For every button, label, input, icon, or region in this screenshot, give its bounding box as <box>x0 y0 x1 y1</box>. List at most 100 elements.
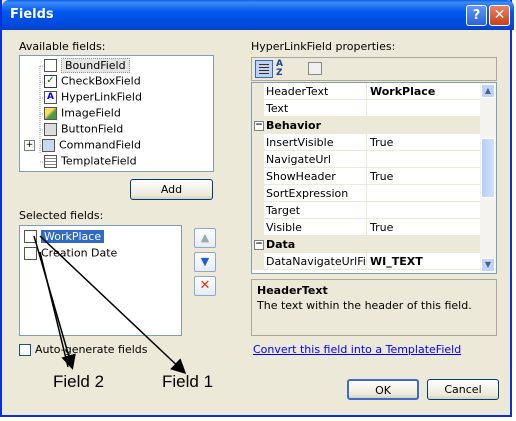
help-icon: ? <box>472 8 481 23</box>
row-gutter <box>252 253 264 270</box>
property-value[interactable]: WorkPlace <box>370 85 435 98</box>
delete-icon: ✕ <box>199 278 211 293</box>
property-description: HeaderText The text within the header of… <box>251 279 497 336</box>
column-separator <box>366 151 367 168</box>
property-category[interactable]: − Data <box>252 236 480 253</box>
row-gutter <box>252 83 264 100</box>
checkbox-field-icon: ✓ <box>44 74 57 88</box>
scroll-up-arrow[interactable]: ▲ <box>481 84 495 98</box>
property-grid-scrollbar[interactable]: ▲ ▼ <box>480 83 496 273</box>
property-row[interactable]: NavigateUrl <box>252 151 480 168</box>
available-item-imagefield[interactable]: ImageField <box>44 106 121 122</box>
dialog-title: Fields <box>10 7 54 22</box>
auto-generate-checkbox[interactable] <box>19 344 31 356</box>
property-value[interactable]: True <box>370 221 393 234</box>
selected-fields-label: Selected fields: <box>19 209 104 222</box>
properties-toolbar: AZ <box>251 57 497 81</box>
category-name: Data <box>266 238 296 251</box>
available-item-checkboxfield[interactable]: ✓ CheckBoxField <box>44 74 141 90</box>
add-button[interactable]: Add <box>130 179 213 200</box>
column-separator <box>366 168 367 185</box>
bound-field-icon <box>24 246 37 260</box>
property-name: Target <box>266 204 301 217</box>
row-gutter <box>252 202 264 219</box>
row-gutter <box>252 219 264 236</box>
description-text: The text within the header of this field… <box>257 299 472 312</box>
delete-button[interactable]: ✕ <box>194 276 216 296</box>
fields-dialog: Fields ? ✕ Available fields: BoundField … <box>0 0 514 417</box>
column-separator <box>366 202 367 219</box>
property-name: HeaderText <box>266 85 329 98</box>
move-up-button[interactable]: ▲ <box>194 228 216 248</box>
property-row[interactable]: Visible True <box>252 219 480 236</box>
close-button[interactable]: ✕ <box>489 5 510 26</box>
arrow-down-icon: ▼ <box>200 255 210 268</box>
available-item-boundfield[interactable]: BoundField <box>44 57 130 74</box>
available-fields-tree[interactable]: BoundField ✓ CheckBoxField A HyperLinkFiel… <box>19 55 214 172</box>
help-button[interactable]: ? <box>466 5 487 26</box>
title-bar: Fields ? ✕ <box>2 0 514 30</box>
column-separator <box>366 100 367 117</box>
cancel-button[interactable]: Cancel <box>427 379 499 400</box>
description-title: HeaderText <box>257 284 328 297</box>
available-item-templatefield[interactable]: TemplateField <box>44 154 137 170</box>
category-name: Behavior <box>266 119 322 132</box>
selected-item-workplace[interactable]: WorkPlace <box>24 229 105 245</box>
row-gutter <box>252 151 264 168</box>
property-row[interactable]: DataNavigateUrlFiel WI_TEXT <box>252 253 480 270</box>
selected-fields-list[interactable]: WorkPlace Creation Date <box>19 225 182 336</box>
categorized-button[interactable] <box>255 60 273 78</box>
property-row[interactable]: ShowHeader True <box>252 168 480 185</box>
template-field-icon <box>44 154 57 168</box>
available-fields-label: Available fields: <box>19 40 106 53</box>
column-separator <box>366 134 367 151</box>
move-down-button[interactable]: ▼ <box>194 252 216 272</box>
property-value[interactable]: True <box>370 170 393 183</box>
collapse-icon[interactable]: − <box>254 121 264 131</box>
property-name: DataNavigateUrlFiel <box>266 255 366 268</box>
property-name: ShowHeader <box>266 170 336 183</box>
property-grid[interactable]: HeaderText WorkPlace Text − Behavior InsertVi… <box>251 82 497 274</box>
property-name: Visible <box>266 221 302 234</box>
property-row[interactable]: HeaderText WorkPlace <box>252 83 480 100</box>
property-value[interactable]: WI_TEXT <box>370 255 423 268</box>
property-row[interactable]: Text <box>252 100 480 117</box>
selected-item-creation-date[interactable]: Creation Date <box>24 246 117 262</box>
properties-label: HyperLinkField properties: <box>251 40 396 53</box>
property-name: NavigateUrl <box>266 153 331 166</box>
row-gutter <box>252 100 264 117</box>
property-value[interactable]: True <box>370 136 393 149</box>
ok-button[interactable]: OK <box>347 379 419 400</box>
convert-to-templatefield-link[interactable]: Convert this field into a TemplateField <box>253 343 461 356</box>
property-row[interactable]: InsertVisible True <box>252 134 480 151</box>
row-gutter <box>252 185 264 202</box>
property-row[interactable]: SortExpression <box>252 185 480 202</box>
property-row[interactable]: Target <box>252 202 480 219</box>
column-separator <box>366 253 367 270</box>
bound-field-icon <box>44 58 57 72</box>
property-name: Text <box>266 102 289 115</box>
bound-field-icon <box>24 229 37 243</box>
column-separator <box>366 83 367 100</box>
property-name: InsertVisible <box>266 136 334 149</box>
scroll-down-arrow[interactable]: ▼ <box>481 258 495 272</box>
command-field-icon <box>42 138 55 152</box>
available-item-commandfield[interactable]: + CommandField <box>24 138 141 154</box>
property-pages-button[interactable] <box>308 62 322 75</box>
property-category[interactable]: − Behavior <box>252 117 480 134</box>
auto-generate-label: Auto-generate fields <box>35 343 148 356</box>
button-field-icon <box>44 122 57 136</box>
available-item-hyperlinkfield[interactable]: A HyperLinkField <box>44 90 142 106</box>
image-field-icon <box>44 106 57 120</box>
field1-annotation: Field 1 <box>162 372 214 391</box>
hyperlink-field-icon: A <box>44 90 57 104</box>
field2-annotation: Field 2 <box>53 372 105 391</box>
column-separator <box>366 185 367 202</box>
alphabetical-button[interactable]: AZ <box>276 60 294 78</box>
scroll-thumb[interactable] <box>481 138 495 198</box>
expand-icon[interactable]: + <box>24 139 35 151</box>
available-item-buttonfield[interactable]: ButtonField <box>44 122 123 138</box>
collapse-icon[interactable]: − <box>254 240 264 250</box>
row-gutter <box>252 168 264 185</box>
alphabetical-sort-icon: AZ <box>276 59 283 78</box>
